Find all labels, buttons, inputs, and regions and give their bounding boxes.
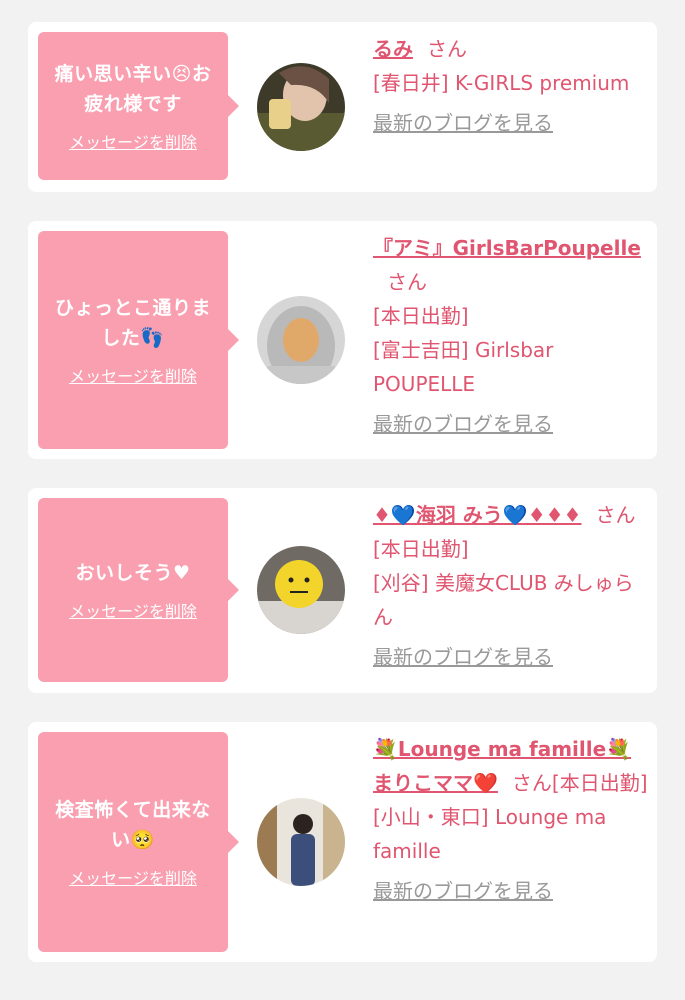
- profile-info: るみ さん [春日井] K-GIRLS premium 最新のブログを見る: [373, 32, 648, 140]
- honorific: さん: [387, 270, 427, 294]
- avatar[interactable]: [257, 296, 345, 384]
- profile-name-link[interactable]: 『アミ』GirlsBarPoupelle: [373, 236, 641, 260]
- delete-message-link[interactable]: メッセージを削除: [69, 129, 197, 153]
- message-text: ひょっとこ通りま した👣: [54, 297, 211, 349]
- message-card: おいしそう♥ メッセージを削除 ♦💙海羽 みう💙♦♦♦ さん [本日出勤] [刈谷]…: [28, 488, 657, 693]
- shop-text: [春日井] K-GIRLS premium: [373, 71, 630, 95]
- latest-blog-link[interactable]: 最新のブログを見る: [373, 106, 553, 140]
- message-text: 検査怖くて出来な い🥺: [55, 799, 211, 851]
- shop-text: [小山・東口] Lounge ma famille: [373, 805, 607, 863]
- message-bubble: 痛い思い辛い😣お 疲れ様です メッセージを削除: [38, 32, 239, 180]
- message-card: 検査怖くて出来な い🥺 メッセージを削除 💐Lounge ma famille💐…: [28, 722, 657, 962]
- delete-message-link[interactable]: メッセージを削除: [69, 598, 197, 622]
- shop-text: [刈谷] 美魔女CLUB みしゅらん: [373, 571, 634, 629]
- status-text: [本日出勤]: [373, 537, 469, 561]
- profile-info: 『アミ』GirlsBarPoupelle さん [本日出勤] [富士吉田] Gir…: [373, 231, 648, 441]
- profile-info: ♦💙海羽 みう💙♦♦♦ さん [本日出勤] [刈谷] 美魔女CLUB みしゅらん 最…: [373, 498, 648, 674]
- delete-message-link[interactable]: メッセージを削除: [69, 865, 197, 889]
- avatar[interactable]: [257, 546, 345, 634]
- avatar[interactable]: [257, 798, 345, 886]
- latest-blog-link[interactable]: 最新のブログを見る: [373, 874, 553, 908]
- message-bubble: 検査怖くて出来な い🥺 メッセージを削除: [38, 732, 239, 952]
- message-card: ひょっとこ通りま した👣 メッセージを削除 『アミ』GirlsBarPoupel…: [28, 221, 657, 459]
- honorific: さん: [595, 503, 636, 527]
- message-text: おいしそう♥: [75, 562, 191, 584]
- message-bubble: おいしそう♥ メッセージを削除: [38, 498, 239, 682]
- message-text: 痛い思い辛い😣お 疲れ様です: [54, 63, 212, 115]
- shop-text: [富士吉田] Girlsbar POUPELLE: [373, 338, 554, 396]
- profile-name-link[interactable]: ♦💙海羽 みう💙♦♦♦: [373, 503, 582, 527]
- message-card: 痛い思い辛い😣お 疲れ様です メッセージを削除 るみ さん [春日井] K-GIR…: [28, 22, 657, 192]
- avatar[interactable]: [257, 63, 345, 151]
- status-text: [本日出勤]: [551, 771, 648, 795]
- honorific: さん: [427, 37, 467, 61]
- delete-message-link[interactable]: メッセージを削除: [69, 363, 197, 387]
- message-bubble: ひょっとこ通りま した👣 メッセージを削除: [38, 231, 239, 449]
- status-text: [本日出勤]: [373, 304, 469, 328]
- profile-info: 💐Lounge ma famille💐まりこママ❤️ さん[本日出勤] [小山・東…: [373, 732, 648, 908]
- latest-blog-link[interactable]: 最新のブログを見る: [373, 640, 553, 674]
- profile-name-link[interactable]: るみ: [373, 37, 413, 61]
- latest-blog-link[interactable]: 最新のブログを見る: [373, 407, 553, 441]
- honorific: さん: [511, 771, 552, 795]
